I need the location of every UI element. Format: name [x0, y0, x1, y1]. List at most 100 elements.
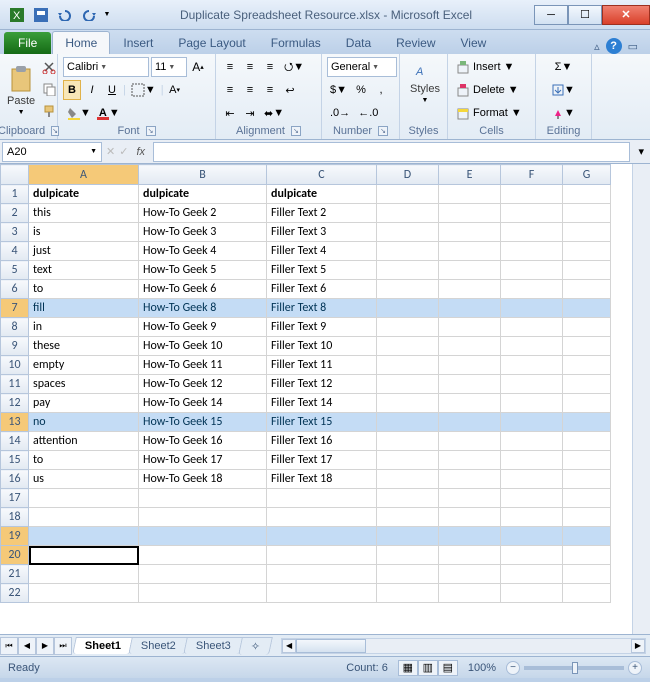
row-header-10[interactable]: 10: [1, 356, 29, 375]
cell-C21[interactable]: [267, 565, 377, 584]
shrink-font-icon[interactable]: A▾: [166, 80, 184, 100]
cell-D12[interactable]: [377, 394, 439, 413]
cell-A4[interactable]: just: [29, 242, 139, 261]
col-header-A[interactable]: A: [29, 165, 139, 185]
view-normal-icon[interactable]: ▦: [398, 660, 418, 676]
cell-D8[interactable]: [377, 318, 439, 337]
cell-C4[interactable]: Filler Text 4: [267, 242, 377, 261]
delete-cells-button[interactable]: Delete▼: [453, 80, 533, 100]
row-header-1[interactable]: 1: [1, 185, 29, 204]
cell-C15[interactable]: Filler Text 17: [267, 451, 377, 470]
cell-A15[interactable]: to: [29, 451, 139, 470]
align-top-icon[interactable]: ≡: [221, 57, 239, 77]
view-page-break-icon[interactable]: ▤: [438, 660, 458, 676]
cell-A3[interactable]: is: [29, 223, 139, 242]
cell-E2[interactable]: [439, 204, 501, 223]
horizontal-scrollbar[interactable]: ◀ ▶: [281, 638, 646, 654]
cell-C1[interactable]: dulpicate: [267, 185, 377, 204]
cell-E15[interactable]: [439, 451, 501, 470]
row-header-20[interactable]: 20: [1, 546, 29, 565]
bold-button[interactable]: B: [63, 80, 81, 100]
cell-D6[interactable]: [377, 280, 439, 299]
cell-A2[interactable]: this: [29, 204, 139, 223]
cell-G13[interactable]: [563, 413, 611, 432]
cell-D14[interactable]: [377, 432, 439, 451]
cell-D16[interactable]: [377, 470, 439, 489]
cell-D17[interactable]: [377, 489, 439, 508]
font-size-combo[interactable]: 11▼: [151, 57, 187, 77]
cell-E5[interactable]: [439, 261, 501, 280]
align-right-icon[interactable]: ≡: [261, 80, 279, 100]
comma-format-icon[interactable]: ,: [372, 80, 390, 100]
clear-icon[interactable]: ▼: [541, 103, 586, 123]
cell-A7[interactable]: fill: [29, 299, 139, 318]
cell-A5[interactable]: text: [29, 261, 139, 280]
cell-A16[interactable]: us: [29, 470, 139, 489]
cancel-formula-icon[interactable]: ✕: [106, 145, 115, 158]
fill-icon[interactable]: ▼: [541, 80, 586, 100]
autosum-icon[interactable]: Σ▼: [541, 57, 586, 77]
cell-C10[interactable]: Filler Text 11: [267, 356, 377, 375]
excel-menu-icon[interactable]: X: [6, 4, 28, 26]
italic-button[interactable]: I: [83, 80, 101, 100]
expand-formula-bar-icon[interactable]: ▾: [634, 145, 648, 158]
cell-G12[interactable]: [563, 394, 611, 413]
row-header-18[interactable]: 18: [1, 508, 29, 527]
new-sheet-button[interactable]: ✧: [238, 637, 273, 655]
cell-G18[interactable]: [563, 508, 611, 527]
cell-E20[interactable]: [439, 546, 501, 565]
cell-D4[interactable]: [377, 242, 439, 261]
cell-E3[interactable]: [439, 223, 501, 242]
cell-D21[interactable]: [377, 565, 439, 584]
cell-A6[interactable]: to: [29, 280, 139, 299]
cell-B2[interactable]: How-To Geek 2: [139, 204, 267, 223]
row-header-16[interactable]: 16: [1, 470, 29, 489]
cell-F5[interactable]: [501, 261, 563, 280]
enter-formula-icon[interactable]: ✓: [119, 145, 128, 158]
format-cells-button[interactable]: Format▼: [453, 103, 533, 123]
cell-E11[interactable]: [439, 375, 501, 394]
spreadsheet-grid[interactable]: ABCDEFG1dulpicatedulpicatedulpicate2this…: [0, 164, 650, 634]
cell-G8[interactable]: [563, 318, 611, 337]
cell-G19[interactable]: [563, 527, 611, 546]
align-center-icon[interactable]: ≡: [241, 80, 259, 100]
cell-G16[interactable]: [563, 470, 611, 489]
cell-A21[interactable]: [29, 565, 139, 584]
cell-C18[interactable]: [267, 508, 377, 527]
cell-F20[interactable]: [501, 546, 563, 565]
cell-F9[interactable]: [501, 337, 563, 356]
cell-B11[interactable]: How-To Geek 12: [139, 375, 267, 394]
percent-format-icon[interactable]: %: [352, 80, 370, 100]
redo-icon[interactable]: [78, 4, 100, 26]
cell-F13[interactable]: [501, 413, 563, 432]
row-header-14[interactable]: 14: [1, 432, 29, 451]
align-left-icon[interactable]: ≡: [221, 80, 239, 100]
cell-A9[interactable]: these: [29, 337, 139, 356]
row-header-5[interactable]: 5: [1, 261, 29, 280]
cell-B21[interactable]: [139, 565, 267, 584]
sheet-tab-sheet2[interactable]: Sheet2: [128, 637, 188, 654]
zoom-slider[interactable]: [524, 666, 624, 670]
cell-E12[interactable]: [439, 394, 501, 413]
cell-A13[interactable]: no: [29, 413, 139, 432]
cell-C13[interactable]: Filler Text 15: [267, 413, 377, 432]
tab-nav-first[interactable]: ⏮: [0, 637, 18, 655]
cell-G22[interactable]: [563, 584, 611, 603]
cell-D2[interactable]: [377, 204, 439, 223]
cell-E22[interactable]: [439, 584, 501, 603]
cell-A18[interactable]: [29, 508, 139, 527]
col-header-B[interactable]: B: [139, 165, 267, 185]
cell-E6[interactable]: [439, 280, 501, 299]
zoom-level[interactable]: 100%: [468, 662, 496, 674]
tab-view[interactable]: View: [449, 32, 499, 54]
cell-D7[interactable]: [377, 299, 439, 318]
help-icon[interactable]: ?: [606, 38, 622, 54]
close-button[interactable]: ✕: [602, 5, 650, 25]
cell-B12[interactable]: How-To Geek 14: [139, 394, 267, 413]
hscroll-right[interactable]: ▶: [631, 639, 645, 653]
cell-F17[interactable]: [501, 489, 563, 508]
tab-nav-next[interactable]: ▶: [36, 637, 54, 655]
cell-B13[interactable]: How-To Geek 15: [139, 413, 267, 432]
cell-E13[interactable]: [439, 413, 501, 432]
cell-E17[interactable]: [439, 489, 501, 508]
